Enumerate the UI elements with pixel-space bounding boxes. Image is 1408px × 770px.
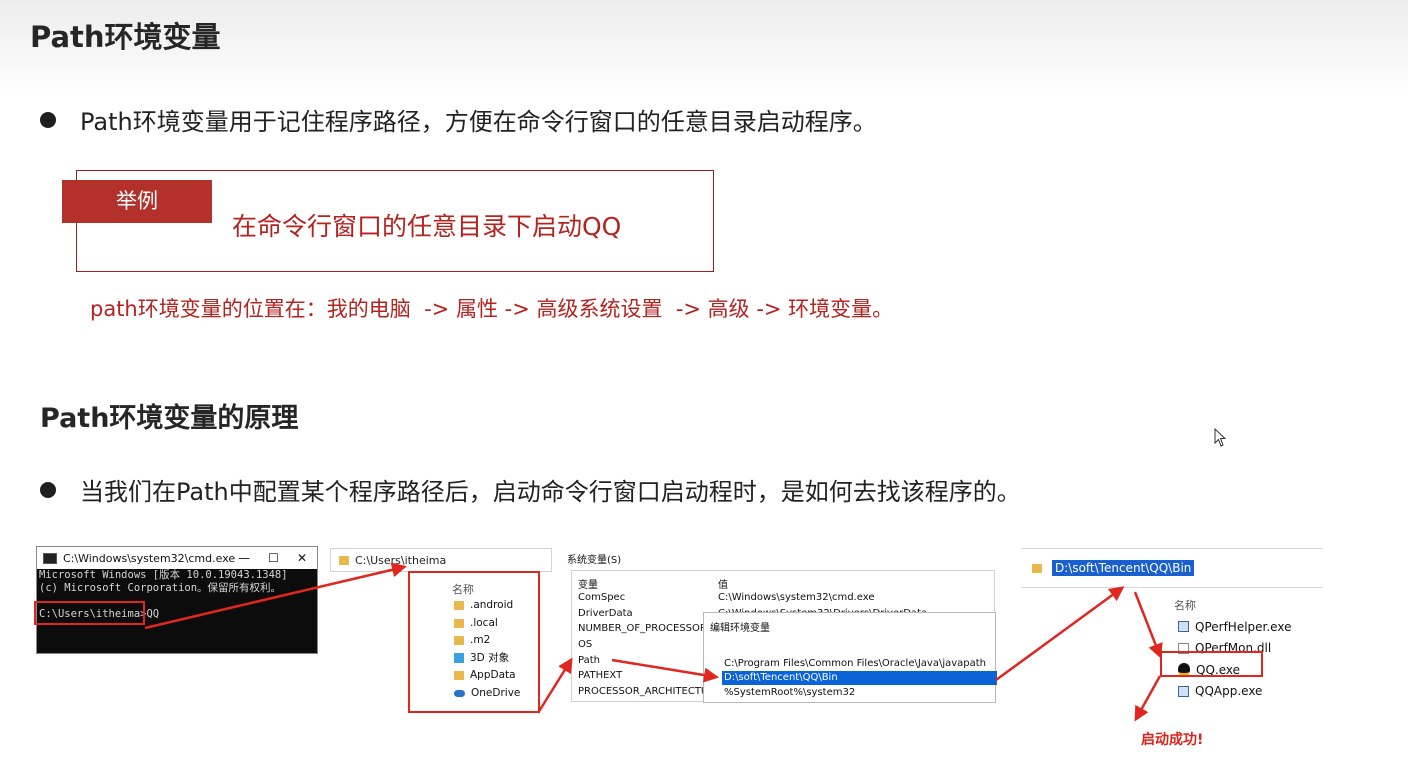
bullet-dot [40,481,56,498]
example-tag: 举例 [62,180,212,223]
folder-icon [1032,563,1042,573]
env-path-entry[interactable]: %SystemRoot%\system32 [722,686,997,700]
exe-file-icon [1178,621,1189,633]
table-row[interactable]: NUMBER_OF_PROCESSORS [578,623,706,634]
list-item[interactable]: .android [410,597,538,615]
folder-icon [339,555,349,565]
cmd-title-bar: C:\Windows\system32\cmd.exe — ☐ ✕ [37,547,317,569]
folder-icon [454,636,464,646]
table-row[interactable]: PATHEXT [578,670,622,681]
column-header-value[interactable]: 值 [718,576,728,591]
list-item[interactable]: AppData [410,667,538,685]
cmd-icon [43,552,57,564]
3d-objects-icon [454,653,464,664]
bullet-text: 当我们在Path中配置某个程序路径后，启动命令行窗口启动程时，是如何去找该程序的… [80,478,1021,506]
env-path-entry[interactable]: C:\Program Files\Common Files\Oracle\Jav… [722,657,997,671]
example-text: 在命令行窗口的任意目录下启动QQ [232,212,622,241]
explorer-address-bar[interactable]: C:\Users\itheima [330,548,552,572]
window-controls: — ☐ ✕ [238,551,317,565]
bullet-principle: 当我们在Path中配置某个程序路径后，启动命令行窗口启动程时，是如何去找该程序的… [40,472,1021,507]
bullet-path-purpose: Path环境变量用于记住程序路径，方便在命令行窗口的任意目录启动程序。 [40,102,877,137]
column-header-name[interactable]: 名称 [1174,597,1291,613]
table-cell-value: C:\Windows\system32\cmd.exe [718,592,875,603]
folder-icon [454,601,464,611]
maximize-icon[interactable]: ☐ [268,551,279,565]
list-item[interactable]: .local [410,615,538,633]
mouse-cursor-icon [1214,428,1227,447]
list-item[interactable]: OneDrive [410,685,538,703]
table-row[interactable]: OS [578,639,592,650]
system-variables-title: 系统变量(S) [567,555,622,566]
qq-address: D:\soft\Tencent\QQ\Bin [1052,560,1195,576]
location-note: path环境变量的位置在：我的电脑 -> 属性 -> 高级系统设置 -> 高级 … [90,297,894,321]
explorer-address: C:\Users\itheima [355,553,447,567]
cmd-line: (c) Microsoft Corporation。保留所有权利。 [39,582,282,594]
qq-exe-highlight [1160,651,1263,677]
folder-icon [454,618,464,628]
cmd-line: Microsoft Windows [版本 10.0.19043.1348] [39,569,288,581]
list-item[interactable]: QQApp.exe [1168,681,1291,703]
exe-file-icon [1178,685,1189,697]
env-path-entry-selected[interactable]: D:\soft\Tencent\QQ\Bin [722,671,997,685]
list-item[interactable]: .m2 [410,632,538,650]
table-row[interactable]: ComSpec [578,592,625,603]
arrow-address-to-qqexe [1133,591,1163,659]
bullet-dot [40,111,56,128]
edit-env-title: 编辑环境变量 [710,623,770,634]
minimize-icon[interactable]: — [238,551,250,565]
arrow-qqexe-to-success [1134,675,1162,722]
edit-env-dialog: 编辑环境变量 C:\Program Files\Common Files\Ora… [703,612,997,703]
list-item[interactable]: 3D 对象 [410,650,538,668]
qq-address-bar[interactable]: D:\soft\Tencent\QQ\Bin [1022,548,1322,588]
close-icon[interactable]: ✕ [297,551,307,565]
cmd-prompt-highlight [34,601,145,625]
page-title: Path环境变量 [30,20,221,54]
success-label: 启动成功! [1141,732,1204,748]
table-row[interactable]: DriverData [578,608,633,619]
column-header-variable[interactable]: 变量 [578,576,598,591]
qq-file-list: 名称 QPerfHelper.exe QPerfMon.dll QQ.exe Q… [1168,597,1291,702]
onedrive-icon [454,689,465,697]
table-row-path[interactable]: Path [578,655,600,666]
column-header-name[interactable]: 名称 [410,573,538,597]
cmd-title: C:\Windows\system32\cmd.exe [63,551,236,565]
table-row[interactable]: PROCESSOR_ARCHITECTURE [578,686,706,697]
list-item[interactable]: QPerfHelper.exe [1168,616,1291,638]
folder-icon [454,671,464,681]
section-title-principle: Path环境变量的原理 [40,403,299,434]
arrow-edit-to-qqfolder [995,586,1125,682]
cmd-window: C:\Windows\system32\cmd.exe — ☐ ✕ Micros… [36,546,318,654]
explorer-file-list: 名称 .android .local .m2 3D 对象 AppData One… [408,571,540,713]
bullet-text: Path环境变量用于记住程序路径，方便在命令行窗口的任意目录启动程序。 [80,108,877,136]
